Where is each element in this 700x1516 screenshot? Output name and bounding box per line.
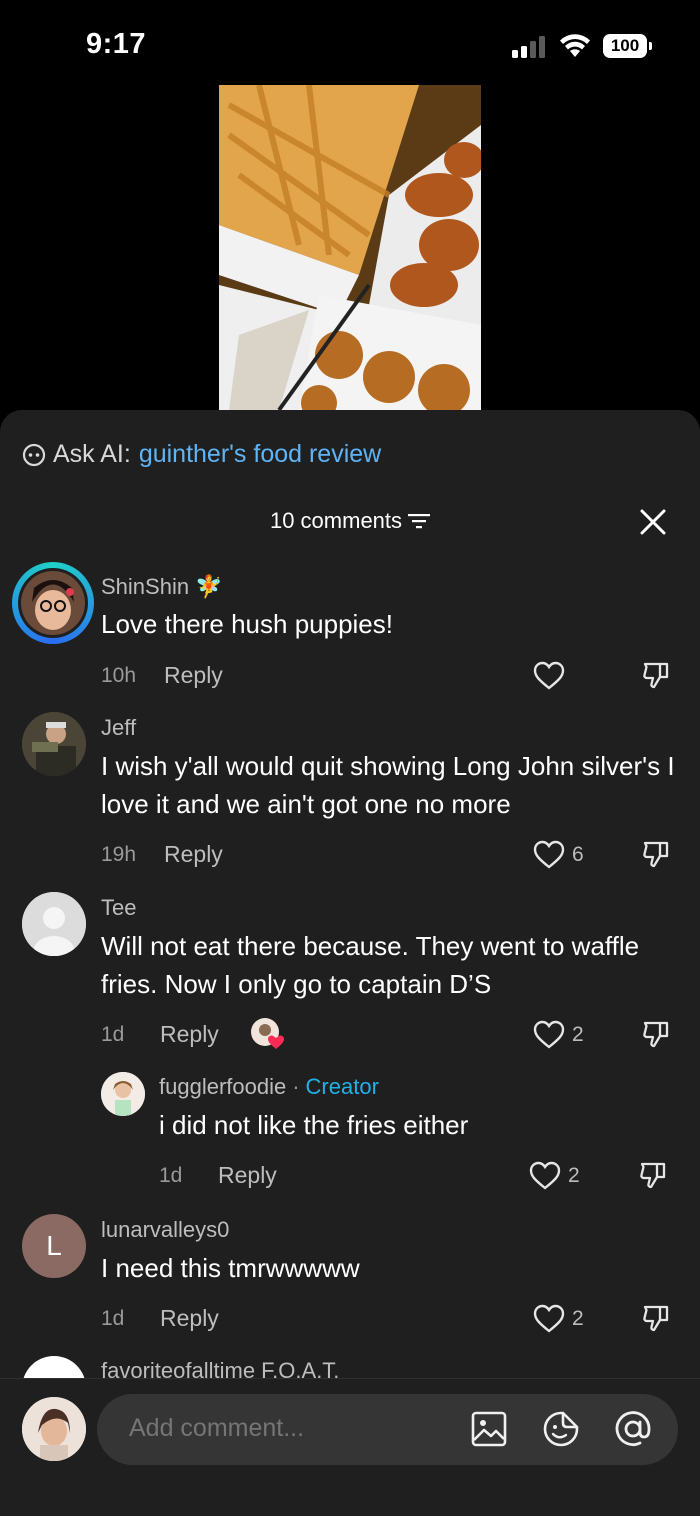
heart-icon[interactable]	[533, 840, 565, 870]
sticker-emoji-icon[interactable]	[542, 1410, 580, 1448]
comment-timestamp: 1d	[159, 1164, 183, 1187]
comment-count: 10 comments	[269, 508, 403, 533]
reply-button[interactable]: Reply	[218, 1162, 277, 1189]
video-frame-image	[219, 85, 481, 410]
battery-icon: 100	[603, 34, 653, 58]
comment-text: i did not like the fries either	[159, 1110, 469, 1140]
mention-at-icon[interactable]	[614, 1410, 652, 1448]
wifi-icon	[560, 34, 590, 57]
like-count: 2	[568, 1164, 580, 1187]
fairy-emoji-icon: 🧚	[195, 574, 223, 599]
comment-timestamp: 10h	[101, 664, 137, 687]
cellular-signal-icon	[512, 36, 545, 58]
comment-input[interactable]	[127, 1413, 451, 1444]
heart-icon[interactable]	[529, 1161, 561, 1191]
avatar[interactable]	[12, 562, 94, 644]
heart-icon[interactable]	[533, 1020, 565, 1050]
comment-timestamp: 1d	[101, 1023, 125, 1046]
like-count: 6	[572, 843, 584, 866]
dislike-icon[interactable]	[641, 660, 671, 690]
dislike-icon[interactable]	[641, 839, 671, 869]
creator-badge: Creator	[305, 1074, 379, 1099]
comment-username[interactable]: Tee	[101, 895, 136, 921]
battery-level: 100	[603, 34, 647, 58]
like-count: 2	[572, 1307, 584, 1330]
ask-ai-bar[interactable]: Ask AI: guinther's food review	[22, 440, 381, 469]
reply-button[interactable]: Reply	[160, 1021, 219, 1048]
comment-username[interactable]: fugglerfoodie	[159, 1074, 286, 1099]
ask-ai-query-link[interactable]: guinther's food review	[139, 440, 381, 469]
comment-text: I need this tmrwwwww	[101, 1253, 360, 1283]
reply-button[interactable]: Reply	[164, 841, 223, 868]
dislike-icon[interactable]	[638, 1160, 668, 1190]
reply-button[interactable]: Reply	[160, 1305, 219, 1332]
like-count: 2	[572, 1023, 584, 1046]
reply-button[interactable]: Reply	[164, 662, 223, 689]
comment-timestamp: 1d	[101, 1307, 125, 1330]
comment-composer	[0, 1378, 700, 1516]
comment-timestamp: 19h	[101, 843, 137, 866]
comment-username[interactable]: Jeff	[101, 715, 136, 741]
comments-sheet: Ask AI: guinther's food review 10 commen…	[0, 410, 700, 1515]
avatar-letter: L	[46, 1230, 62, 1261]
avatar[interactable]	[22, 892, 86, 956]
comment-username[interactable]: ShinShin	[101, 574, 189, 599]
comment-username[interactable]: lunarvalleys0	[101, 1217, 229, 1243]
comment-text: Love there hush puppies!	[101, 609, 393, 639]
status-time: 9:17	[86, 28, 147, 60]
dislike-icon[interactable]	[641, 1303, 671, 1333]
avatar[interactable]: L	[22, 1214, 86, 1278]
close-icon[interactable]	[640, 509, 666, 535]
avatar[interactable]	[22, 1397, 86, 1461]
video-preview[interactable]	[219, 85, 481, 410]
dislike-icon[interactable]	[641, 1019, 671, 1049]
image-icon[interactable]	[470, 1410, 508, 1448]
comment-text: Will not eat there because. They went to…	[101, 931, 640, 999]
heart-icon[interactable]	[533, 1304, 565, 1334]
comments-header: 10 comments	[0, 508, 700, 534]
sort-filter-icon[interactable]	[408, 513, 431, 529]
creator-liked-badge	[250, 1017, 286, 1051]
avatar[interactable]	[22, 712, 86, 776]
ask-ai-label: Ask AI:	[53, 440, 131, 468]
avatar[interactable]	[101, 1072, 145, 1116]
status-bar: 9:17 100	[0, 0, 700, 90]
comment-text: I wish y'all would quit showing Long Joh…	[101, 751, 675, 819]
heart-icon[interactable]	[533, 661, 565, 691]
comment-input-container[interactable]	[97, 1394, 678, 1465]
ai-face-icon	[22, 443, 46, 466]
